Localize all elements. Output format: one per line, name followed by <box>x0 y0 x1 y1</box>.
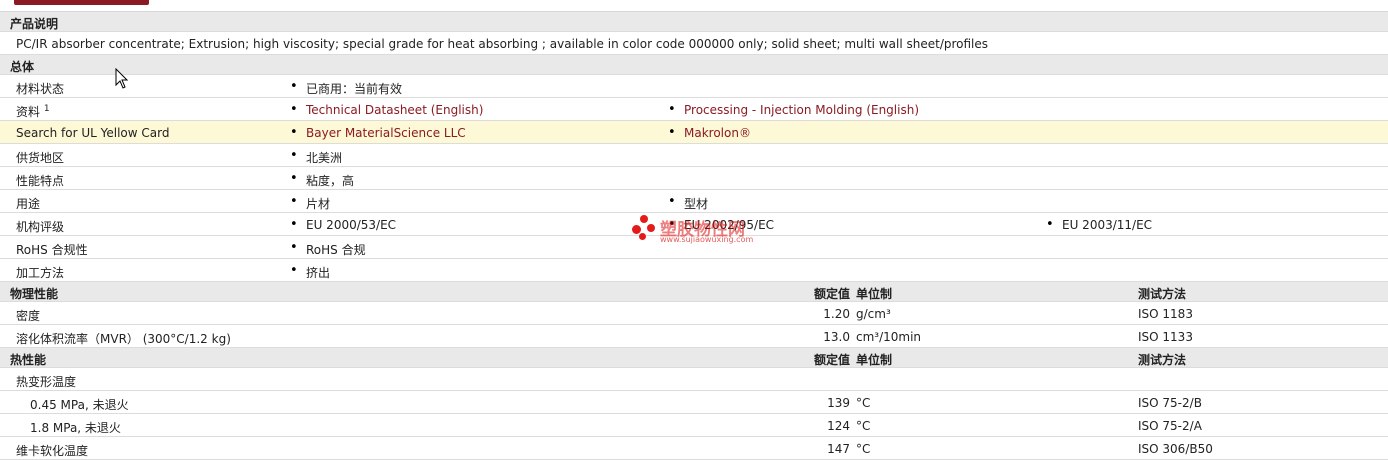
section-title: 产品说明 <box>10 17 59 31</box>
row-value: EU 2003/11/EC <box>1046 217 1152 232</box>
row-label: 1.8 MPa, 未退火 <box>30 421 121 435</box>
header-nominal: 额定值 <box>813 353 850 367</box>
row-processing: 加工方法 挤出 <box>0 259 1388 282</box>
row-unit: °C <box>856 419 871 433</box>
row-test: ISO 1183 <box>1138 307 1193 321</box>
row-value: 片材 <box>290 194 330 212</box>
docs-label: 资料 <box>16 105 41 119</box>
row-label: 材料状态 <box>16 82 65 96</box>
row-label: 资料 1 <box>16 103 50 120</box>
link-makrolon[interactable]: Makrolon® <box>668 125 751 140</box>
row-status: 材料状态 已商用：当前有效 <box>0 75 1388 98</box>
row-value: 已商用：当前有效 <box>290 79 402 97</box>
header-unit: 单位制 <box>856 287 893 301</box>
row-density: 密度 1.20 g/cm³ ISO 1183 <box>0 302 1388 325</box>
mouse-cursor-icon <box>115 68 129 89</box>
watermark-url: www.sujiaowuxing.com <box>660 235 754 244</box>
row-docs: 资料 1 Technical Datasheet (English) Proce… <box>0 98 1388 121</box>
row-label: 热变形温度 <box>16 375 77 389</box>
row-value: 147 <box>827 442 850 456</box>
section-title: 总体 <box>10 60 35 74</box>
link-technical-datasheet[interactable]: Technical Datasheet (English) <box>290 102 483 117</box>
row-test: ISO 75-2/A <box>1138 419 1202 433</box>
link-bayer[interactable]: Bayer MaterialScience LLC <box>290 125 466 140</box>
header-test: 测试方法 <box>1138 353 1187 367</box>
row-unit: °C <box>856 442 871 456</box>
row-features: 性能特点 粘度，高 <box>0 167 1388 190</box>
row-label: 密度 <box>16 309 41 323</box>
row-ul-card: Search for UL Yellow Card Bayer Material… <box>0 121 1388 144</box>
row-label: RoHS 合规性 <box>16 243 88 257</box>
row-value: EU 2000/53/EC <box>290 217 396 232</box>
row-vicat: 维卡软化温度 147 °C ISO 306/B50 <box>0 437 1388 460</box>
row-value: 挤出 <box>290 263 330 281</box>
row-value: 124 <box>827 419 850 433</box>
header-unit: 单位制 <box>856 353 893 367</box>
watermark-logo-icon <box>647 224 655 232</box>
description-text: PC/IR absorber concentrate; Extrusion; h… <box>16 37 989 51</box>
link-processing-injection[interactable]: Processing - Injection Molding (English) <box>668 102 919 117</box>
section-thermal: 热性能 额定值 单位制 测试方法 <box>0 348 1388 368</box>
header-nominal: 额定值 <box>813 287 850 301</box>
watermark-logo-icon <box>640 215 648 223</box>
row-value: 13.0 <box>823 330 850 344</box>
row-test: ISO 75-2/B <box>1138 396 1202 410</box>
row-value: 型材 <box>668 194 708 212</box>
header-test: 测试方法 <box>1138 287 1187 301</box>
row-uses: 用途 片材 型材 <box>0 190 1388 213</box>
row-test: ISO 1133 <box>1138 330 1193 344</box>
row-label: 加工方法 <box>16 266 65 280</box>
row-value: 1.20 <box>823 307 850 321</box>
section-title: 物理性能 <box>10 287 59 301</box>
section-description: 产品说明 <box>0 12 1388 32</box>
row-unit: cm³/10min <box>856 330 922 344</box>
watermark-logo-icon <box>639 233 646 240</box>
row-label: 性能特点 <box>16 174 65 188</box>
row-value: RoHS 合规 <box>290 240 366 258</box>
row-value: 粘度，高 <box>290 171 354 189</box>
row-label: 供货地区 <box>16 151 65 165</box>
row-region: 供货地区 北美洲 <box>0 144 1388 167</box>
row-value: 139 <box>827 396 850 410</box>
row-hdt-045: 0.45 MPa, 未退火 139 °C ISO 75-2/B <box>0 391 1388 414</box>
row-mvr: 溶化体积流率（MVR） (300°C/1.2 kg) 13.0 cm³/10mi… <box>0 325 1388 348</box>
row-test: ISO 306/B50 <box>1138 442 1213 456</box>
row-hdt-18: 1.8 MPa, 未退火 124 °C ISO 75-2/A <box>0 414 1388 437</box>
section-physical: 物理性能 额定值 单位制 测试方法 <box>0 282 1388 302</box>
row-label: 用途 <box>16 197 41 211</box>
row-label: 维卡软化温度 <box>16 444 89 458</box>
row-label: 溶化体积流率（MVR） (300°C/1.2 kg) <box>16 332 231 346</box>
top-button[interactable] <box>14 0 149 5</box>
row-label: Search for UL Yellow Card <box>16 126 170 140</box>
watermark: 塑胶物性网 www.sujiaowuxing.com <box>630 211 790 251</box>
section-general: 总体 <box>0 55 1388 75</box>
row-value: 北美洲 <box>290 148 342 166</box>
row-unit: °C <box>856 396 871 410</box>
row-hdt: 热变形温度 <box>0 368 1388 391</box>
description-row: PC/IR absorber concentrate; Extrusion; h… <box>0 32 1388 55</box>
row-label: 0.45 MPa, 未退火 <box>30 398 129 412</box>
footnote-marker: 1 <box>43 104 50 114</box>
row-unit: g/cm³ <box>856 307 891 321</box>
section-title: 热性能 <box>10 353 47 367</box>
row-label: 机构评级 <box>16 220 65 234</box>
